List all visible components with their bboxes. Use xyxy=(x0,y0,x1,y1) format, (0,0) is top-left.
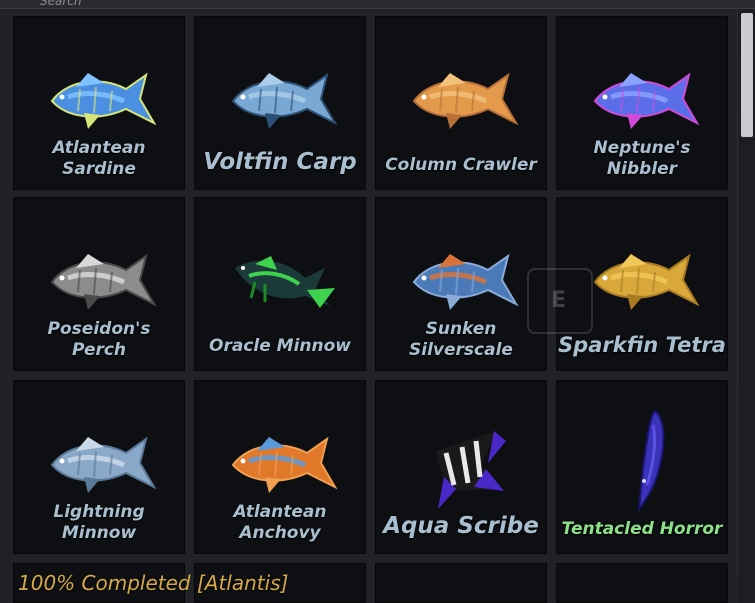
fish-name: Voltfin Carp xyxy=(203,149,357,176)
fish-slot-partial[interactable] xyxy=(375,563,547,603)
bestiary-screen: { "header": { "cut_label": "Search" }, "… xyxy=(0,0,755,603)
fish-slot[interactable]: Column Crawler xyxy=(375,16,547,190)
scrollbar-thumb[interactable] xyxy=(741,13,753,137)
fish-name: Column Crawler xyxy=(385,154,537,175)
fish-name: Atlantean Anchovy xyxy=(233,502,327,543)
fish-name: Oracle Minnow xyxy=(209,335,351,356)
fish-slot[interactable]: Sunken Silverscale xyxy=(375,197,547,371)
search-label: Search xyxy=(40,0,82,8)
fish-slot[interactable]: Tentacled Horror xyxy=(556,380,728,554)
fish-slot[interactable]: Atlantean Sardine xyxy=(13,16,185,190)
fish-slot[interactable]: Aqua Scribe xyxy=(375,380,547,554)
fish-name: Neptune's Nibbler xyxy=(593,138,691,179)
fish-name: Tentacled Horror xyxy=(561,518,723,539)
fish-slot[interactable]: Voltfin Carp xyxy=(194,16,366,190)
completion-status: 100% Completed [Atlantis] xyxy=(18,571,289,595)
fish-slot[interactable]: Atlantean Anchovy xyxy=(194,380,366,554)
fish-name: Poseidon's Perch xyxy=(47,319,151,360)
fish-name: Atlantean Sardine xyxy=(52,138,146,179)
fish-slot[interactable]: Oracle Minnow xyxy=(194,197,366,371)
fish-name: Aqua Scribe xyxy=(383,513,539,540)
fish-slot[interactable]: Neptune's Nibbler xyxy=(556,16,728,190)
interact-key-prompt: E xyxy=(527,268,593,334)
top-bar: Search xyxy=(0,0,755,9)
fish-name: Sunken Silverscale xyxy=(409,319,513,360)
fish-slot[interactable]: Lightning Minnow xyxy=(13,380,185,554)
fish-slot-partial[interactable] xyxy=(556,563,728,603)
fish-slot[interactable]: Poseidon's Perch xyxy=(13,197,185,371)
scrollbar[interactable] xyxy=(739,9,755,603)
fish-name: Lightning Minnow xyxy=(53,502,145,543)
fish-name: Sparkfin Tetra xyxy=(558,332,726,357)
interact-key-label: E xyxy=(551,288,567,313)
